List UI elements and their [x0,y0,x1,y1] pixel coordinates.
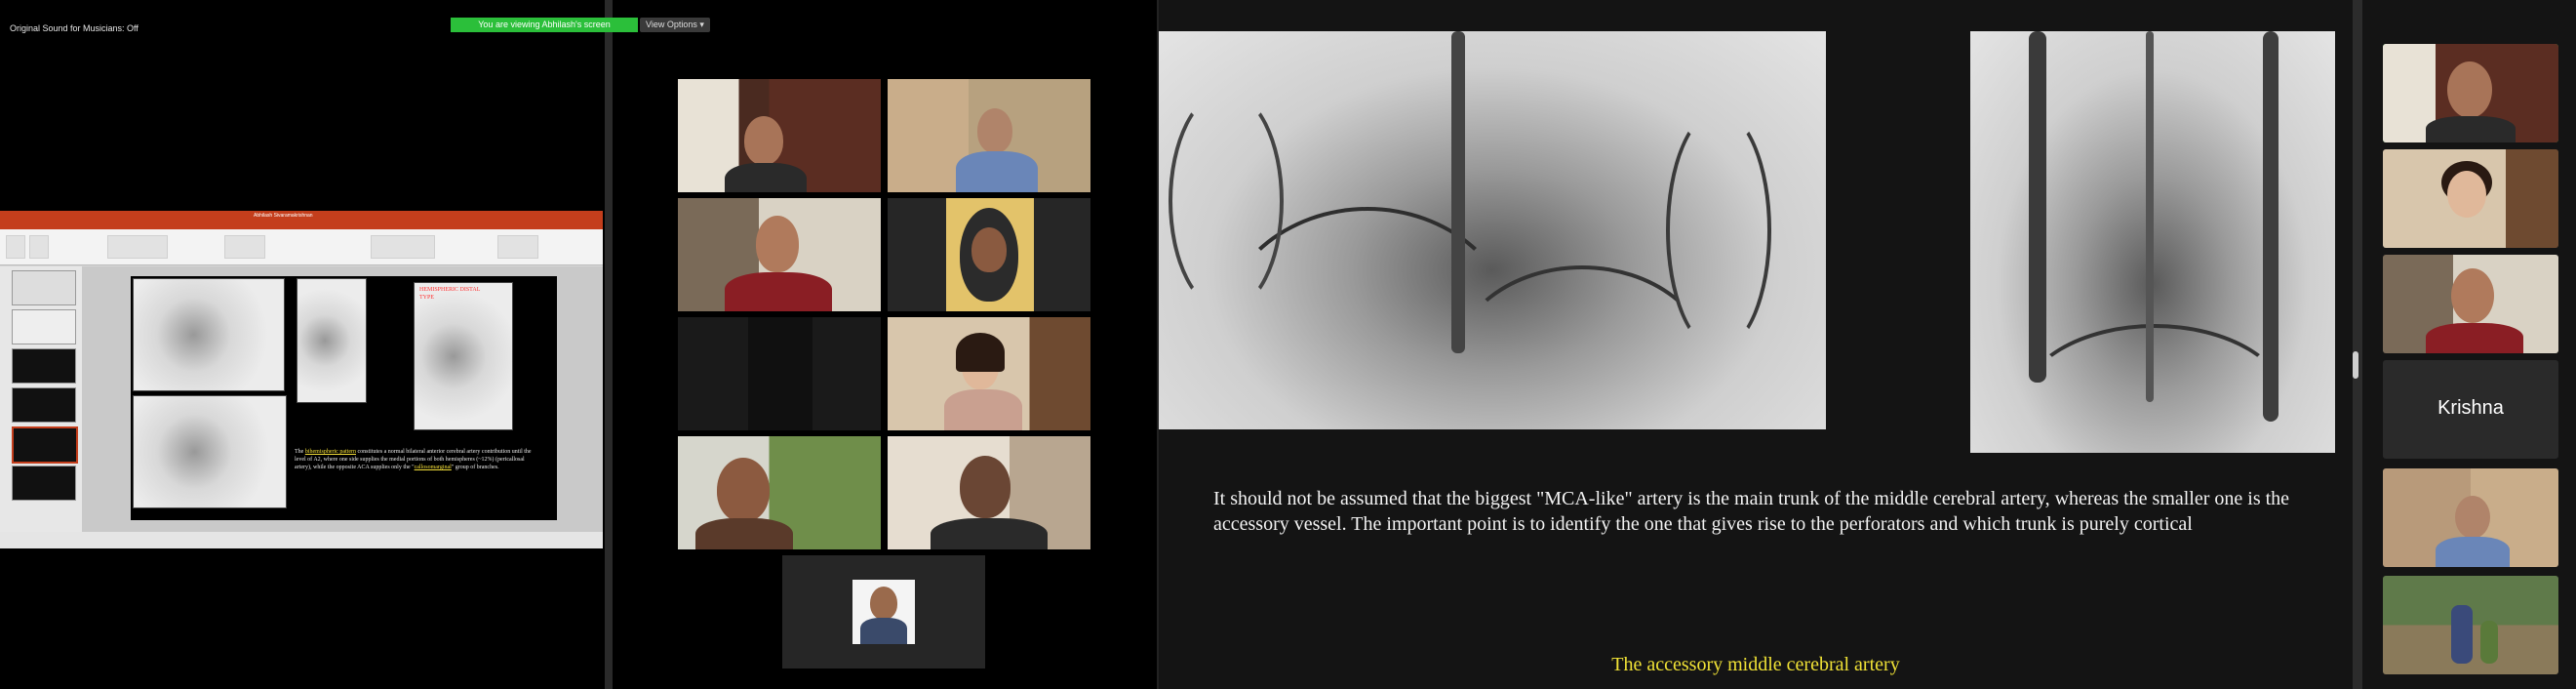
presenter-screen-pane: Original Sound for Musicians: Off Abhila… [0,0,605,689]
participant-body [956,151,1038,192]
participant-face [2447,61,2492,118]
splitter-handle[interactable] [2353,351,2358,379]
participant-video-tile[interactable] [678,79,881,192]
ppt-paragraph-group[interactable] [224,235,265,259]
participant-video-tile[interactable] [678,198,881,311]
participant-name: Krishna [2437,397,2504,419]
participant-face [960,456,1011,518]
participant-face [2451,268,2494,323]
avatar-face [870,587,897,620]
ppt-ribbon-button[interactable] [29,235,49,259]
slide-caption: The accessory middle cerebral artery [1611,654,1900,675]
ppt-editing-group[interactable] [497,235,538,259]
ppt-menu-bar[interactable] [0,221,603,229]
participant-figure [2451,605,2473,664]
vessel-shape [1169,90,1284,312]
participant-face [971,227,1007,272]
angiogram-right [1970,31,2335,453]
slide-text-part: The [295,449,305,455]
chevron-down-icon: ▾ [699,20,704,29]
rail-video-tile[interactable] [2383,255,2558,353]
participant-body [944,389,1022,430]
slide-red-label: HEMISPHERIC DISTAL TYPE [419,287,481,301]
participant-video-tile-active-speaker[interactable] [678,436,881,549]
slide-text-highlight: bihemispheric pattern [304,449,356,455]
rail-video-tile[interactable] [2383,149,2558,248]
participant-body [2426,323,2523,353]
participant-body [725,272,832,311]
participant-body [2426,116,2516,142]
angiogram-image [297,278,367,403]
ppt-font-group[interactable] [107,235,168,259]
ppt-title-bar: Abhilash Sivaramakrishnan [0,211,603,221]
angiogram-image [133,278,285,391]
participant-rail: Krishna [2362,0,2576,689]
pane-divider[interactable] [605,0,613,689]
ppt-ribbon-button[interactable] [6,235,25,259]
view-options-label: View Options [646,20,697,29]
viewing-screen-badge: You are viewing Abhilash's screen [451,18,638,32]
rail-name-tile[interactable]: Krishna [2383,360,2558,459]
participant-avatar-tile[interactable] [782,555,985,669]
powerpoint-window: Abhilash Sivaramakrishnan HEMISPHERIC DI… [0,211,603,548]
slide-thumbnail[interactable] [12,387,76,423]
participant-body [931,518,1048,549]
participant-figure [2480,621,2498,664]
angiogram-image [414,282,513,430]
rail-video-tile[interactable] [2383,468,2558,567]
vessel-shape [1666,109,1771,351]
angiogram-left [1159,31,1826,429]
participant-body [725,163,807,192]
angiogram-image [133,395,287,508]
participant-video-tile[interactable] [888,317,1090,430]
rail-video-tile-active-speaker[interactable] [2383,44,2558,142]
participant-body [2436,537,2510,567]
participant-face [2455,496,2490,539]
slide-thumbnail[interactable] [12,466,76,501]
ppt-workspace: HEMISPHERIC DISTAL TYPE The bihemispheri… [0,266,603,532]
participant-gallery: You are viewing Abhilash's screen View O… [451,0,1157,689]
ppt-status-bar [0,532,603,548]
ppt-shapes-group[interactable] [371,235,435,259]
slide-thumbnail[interactable] [12,309,76,344]
view-options-button[interactable]: View Options ▾ [640,18,710,32]
participant-body [695,518,793,549]
shared-screen-content: It should not be assumed that the bigges… [1159,0,2353,689]
slide-thumbnail[interactable] [12,270,76,305]
slide-thumbnail-panel[interactable] [0,266,82,532]
video-feed [748,317,812,430]
slide-text-highlight: callosomarginal [414,465,452,470]
participant-face [756,216,799,272]
original-sound-status[interactable]: Original Sound for Musicians: Off [10,23,139,33]
participant-video-tile[interactable] [888,79,1090,192]
vessel-shape [1451,31,1465,353]
slide-body-text: It should not be assumed that the bigges… [1213,488,2290,535]
participant-face [717,458,770,522]
participant-video-tile[interactable] [888,198,1090,311]
slide-thumbnail[interactable] [12,348,76,384]
slide-text-part: " group of branches. [451,465,499,470]
vessel-shape [2146,31,2154,402]
slide-canvas[interactable]: HEMISPHERIC DISTAL TYPE The bihemispheri… [131,276,557,520]
slide-body-text: The bihemispheric pattern constitutes a … [295,448,538,471]
avatar-body [860,618,907,644]
participant-face [2447,171,2486,218]
rail-video-tile[interactable] [2383,576,2558,674]
participant-face [744,116,783,165]
participant-video-tile[interactable] [678,317,881,430]
participant-hair [956,333,1005,372]
participant-face [977,108,1012,153]
pane-divider[interactable] [2353,0,2362,689]
participant-video-tile[interactable] [888,436,1090,549]
ppt-ribbon[interactable] [0,229,603,265]
vessel-shape [2019,324,2290,453]
slide-thumbnail-selected[interactable] [12,426,78,464]
vessel-shape [2029,31,2046,383]
